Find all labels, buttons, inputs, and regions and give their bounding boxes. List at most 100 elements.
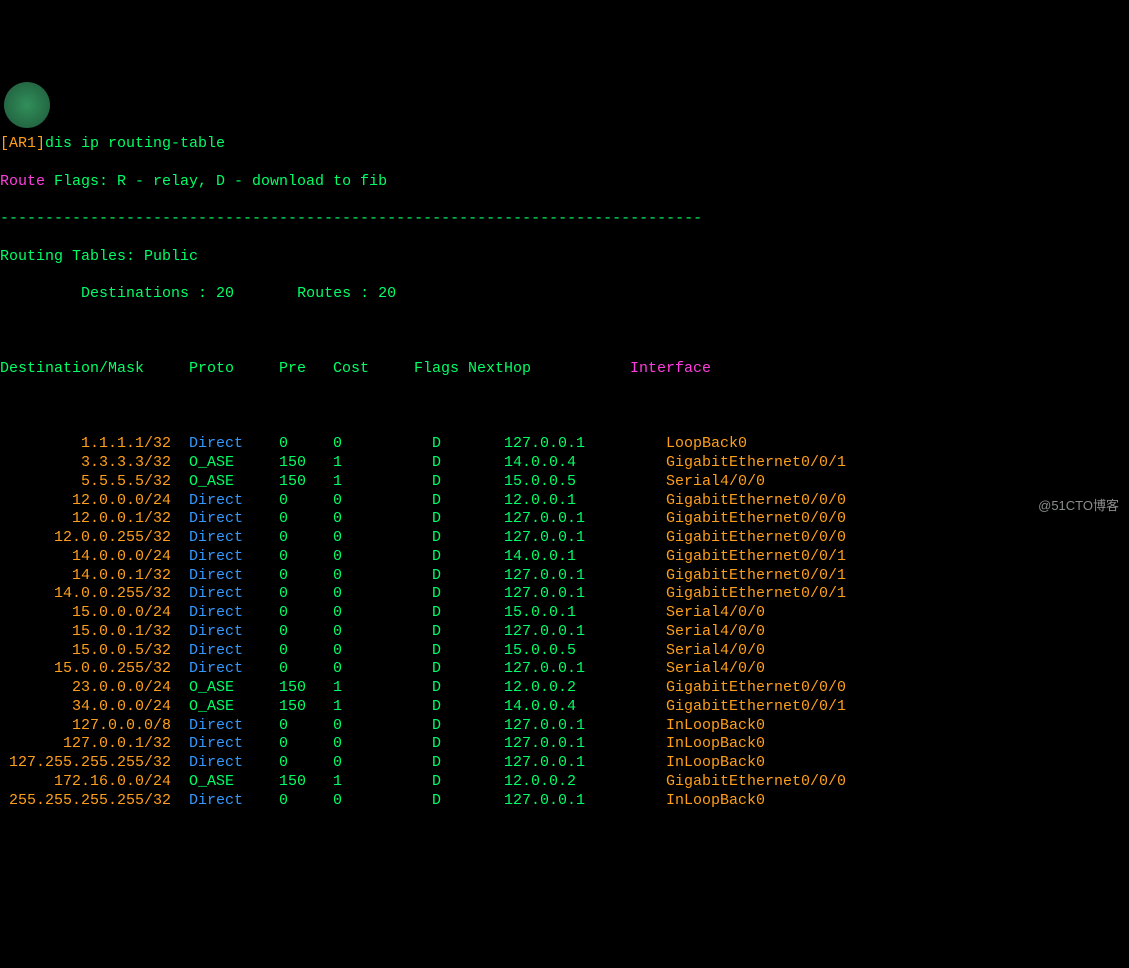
table-row: 172.16.0.0/24O_ASE1501D12.0.0.2GigabitEt…: [0, 773, 1129, 792]
cell-destination: 1.1.1.1/32: [0, 435, 171, 454]
cell-pre: 0: [270, 623, 315, 642]
cell-interface: Serial4/0/0: [648, 623, 765, 642]
cell-flags: D: [378, 773, 486, 792]
cell-interface: GigabitEthernet0/0/1: [648, 567, 846, 586]
cell-flags: D: [378, 567, 486, 586]
table-row: 1.1.1.1/32Direct00D127.0.0.1LoopBack0: [0, 435, 1129, 454]
entered-command: dis ip routing-table: [45, 135, 225, 152]
cell-cost: 0: [315, 529, 378, 548]
cell-proto: Direct: [171, 567, 270, 586]
cell-flags: D: [378, 717, 486, 736]
header-cost: Cost: [315, 360, 378, 379]
cell-destination: 23.0.0.0/24: [0, 679, 171, 698]
divider: ----------------------------------------…: [0, 210, 1129, 229]
cell-cost: 0: [315, 567, 378, 586]
cell-nexthop: 15.0.0.5: [486, 473, 648, 492]
cell-interface: GigabitEthernet0/0/1: [648, 454, 846, 473]
cell-flags: D: [378, 585, 486, 604]
cell-nexthop: 14.0.0.4: [486, 454, 648, 473]
cell-flags: D: [378, 548, 486, 567]
table-row: 15.0.0.255/32Direct00D127.0.0.1Serial4/0…: [0, 660, 1129, 679]
flags-legend: Flags: R - relay, D - download to fib: [45, 173, 387, 190]
cell-cost: 1: [315, 698, 378, 717]
header-destination: Destination/Mask: [0, 360, 171, 379]
cell-proto: Direct: [171, 492, 270, 511]
cell-flags: D: [378, 754, 486, 773]
cell-pre: 0: [270, 642, 315, 661]
cell-pre: 0: [270, 604, 315, 623]
cell-destination: 5.5.5.5/32: [0, 473, 171, 492]
table-row: 14.0.0.255/32Direct00D127.0.0.1GigabitEt…: [0, 585, 1129, 604]
header-flags: Flags: [378, 360, 468, 379]
cell-pre: 0: [270, 585, 315, 604]
cell-proto: Direct: [171, 623, 270, 642]
cell-interface: Serial4/0/0: [648, 604, 765, 623]
table-row: 15.0.0.5/32Direct00D15.0.0.5Serial4/0/0: [0, 642, 1129, 661]
cell-destination: 34.0.0.0/24: [0, 698, 171, 717]
cell-cost: 0: [315, 754, 378, 773]
cell-nexthop: 15.0.0.5: [486, 642, 648, 661]
destinations-value: 20: [216, 285, 234, 302]
table-row: 12.0.0.255/32Direct00D127.0.0.1GigabitEt…: [0, 529, 1129, 548]
cell-proto: O_ASE: [171, 773, 270, 792]
cell-cost: 1: [315, 454, 378, 473]
cell-cost: 0: [315, 735, 378, 754]
cell-nexthop: 12.0.0.2: [486, 773, 648, 792]
table-row: 14.0.0.1/32Direct00D127.0.0.1GigabitEthe…: [0, 567, 1129, 586]
cell-cost: 0: [315, 660, 378, 679]
header-nexthop: NextHop: [468, 360, 612, 379]
cell-flags: D: [378, 604, 486, 623]
cell-interface: GigabitEthernet0/0/0: [648, 529, 846, 548]
cell-flags: D: [378, 492, 486, 511]
cell-proto: Direct: [171, 660, 270, 679]
cell-cost: 0: [315, 642, 378, 661]
cell-flags: D: [378, 454, 486, 473]
cell-cost: 0: [315, 623, 378, 642]
cell-proto: Direct: [171, 735, 270, 754]
table-row: 23.0.0.0/24O_ASE1501D12.0.0.2GigabitEthe…: [0, 679, 1129, 698]
cell-destination: 127.255.255.255/32: [0, 754, 171, 773]
table-row: 127.0.0.0/8Direct00D127.0.0.1InLoopBack0: [0, 717, 1129, 736]
cell-flags: D: [378, 735, 486, 754]
cell-proto: Direct: [171, 435, 270, 454]
table-row: 15.0.0.0/24Direct00D15.0.0.1Serial4/0/0: [0, 604, 1129, 623]
cell-nexthop: 127.0.0.1: [486, 529, 648, 548]
cell-proto: O_ASE: [171, 454, 270, 473]
cell-proto: Direct: [171, 604, 270, 623]
cell-cost: 0: [315, 585, 378, 604]
cell-nexthop: 127.0.0.1: [486, 717, 648, 736]
cell-destination: 172.16.0.0/24: [0, 773, 171, 792]
cell-nexthop: 127.0.0.1: [486, 735, 648, 754]
cell-nexthop: 14.0.0.1: [486, 548, 648, 567]
cell-pre: 0: [270, 660, 315, 679]
cell-nexthop: 12.0.0.2: [486, 679, 648, 698]
cell-flags: D: [378, 473, 486, 492]
cell-pre: 150: [270, 773, 315, 792]
cell-interface: GigabitEthernet0/0/1: [648, 585, 846, 604]
table-row: 127.0.0.1/32Direct00D127.0.0.1InLoopBack…: [0, 735, 1129, 754]
cell-flags: D: [378, 623, 486, 642]
cell-nexthop: 127.0.0.1: [486, 567, 648, 586]
cell-destination: 14.0.0.1/32: [0, 567, 171, 586]
cell-nexthop: 127.0.0.1: [486, 792, 648, 811]
cell-pre: 0: [270, 435, 315, 454]
cell-cost: 0: [315, 792, 378, 811]
prompt-hostname: [AR1]: [0, 135, 45, 152]
cell-flags: D: [378, 435, 486, 454]
cell-flags: D: [378, 529, 486, 548]
cell-nexthop: 127.0.0.1: [486, 660, 648, 679]
cell-destination: 15.0.0.5/32: [0, 642, 171, 661]
cell-interface: LoopBack0: [648, 435, 747, 454]
watermark: @51CTO博客: [1038, 498, 1119, 514]
table-row: 14.0.0.0/24Direct00D14.0.0.1GigabitEther…: [0, 548, 1129, 567]
cell-proto: Direct: [171, 754, 270, 773]
cell-proto: Direct: [171, 792, 270, 811]
cell-destination: 15.0.0.1/32: [0, 623, 171, 642]
cell-pre: 0: [270, 735, 315, 754]
cell-destination: 127.0.0.0/8: [0, 717, 171, 736]
table-row: 34.0.0.0/24O_ASE1501D14.0.0.4GigabitEthe…: [0, 698, 1129, 717]
table-row: 3.3.3.3/32O_ASE1501D14.0.0.4GigabitEther…: [0, 454, 1129, 473]
cell-destination: 255.255.255.255/32: [0, 792, 171, 811]
cell-destination: 14.0.0.255/32: [0, 585, 171, 604]
cell-destination: 3.3.3.3/32: [0, 454, 171, 473]
